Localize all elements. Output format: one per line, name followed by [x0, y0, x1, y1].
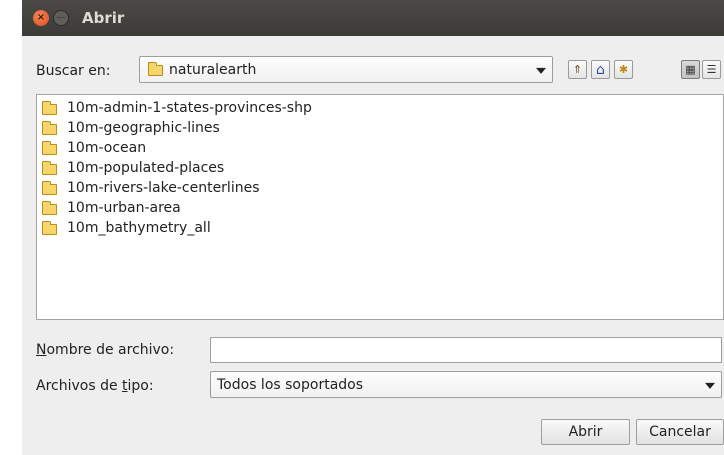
list-item[interactable]: 10m-geographic-lines [42, 118, 220, 138]
new-folder-button[interactable]: ✱ [614, 60, 633, 79]
file-name: 10m-urban-area [67, 200, 181, 216]
look-in-value: naturalearth [169, 61, 257, 78]
list-item[interactable]: 10m-ocean [42, 138, 146, 158]
minimize-window-button[interactable]: — [53, 10, 69, 26]
file-name: 10m-admin-1-states-provinces-shp [67, 100, 312, 116]
folder-icon [42, 220, 57, 235]
details-view-button[interactable]: ☰ [702, 60, 721, 79]
open-dialog: Buscar en: naturalearth ⇑ ⌂ ✱ ▦ ☰ 10m-ad… [22, 36, 724, 455]
chevron-down-icon [536, 67, 546, 74]
list-item[interactable]: 10m-admin-1-states-provinces-shp [42, 98, 312, 118]
folder-icon [42, 140, 57, 155]
folder-icon [42, 160, 57, 175]
file-type-value: Todos los soportados [217, 376, 364, 393]
look-in-combo[interactable]: naturalearth [139, 56, 553, 83]
title-bar[interactable]: × — Abrir [22, 0, 724, 36]
minimize-icon: — [56, 12, 66, 23]
file-name: 10m-rivers-lake-centerlines [67, 180, 260, 196]
file-type-label-post: ipo: [127, 378, 154, 394]
up-folder-button[interactable]: ⇑ [568, 60, 587, 79]
cancel-button[interactable]: Cancelar [636, 419, 724, 445]
look-in-label: Buscar en: [36, 63, 111, 79]
file-name-label: Nombre de archivo: [36, 342, 174, 358]
file-name-label-mnemonic: N [36, 342, 47, 358]
list-item[interactable]: 10m-rivers-lake-centerlines [42, 178, 260, 198]
list-view-button[interactable]: ▦ [681, 60, 700, 79]
close-icon: × [36, 12, 46, 23]
folder-icon [42, 120, 57, 135]
open-button[interactable]: Abrir [541, 419, 630, 445]
file-type-combo[interactable]: Todos los soportados [210, 371, 722, 398]
new-folder-icon: ✱ [618, 63, 629, 76]
list-item[interactable]: 10m-urban-area [42, 198, 181, 218]
file-name: 10m-ocean [67, 140, 147, 156]
details-view-icon: ☰ [706, 63, 717, 76]
folder-icon [148, 62, 163, 76]
file-name: 10m_bathymetry_all [67, 220, 211, 236]
file-name: 10m-geographic-lines [67, 120, 220, 136]
file-type-label-pre: Archivos de [36, 378, 123, 394]
file-name-label-text: ombre de archivo: [46, 342, 175, 358]
file-list[interactable]: 10m-admin-1-states-provinces-shp 10m-geo… [36, 94, 724, 320]
folder-icon [42, 180, 57, 195]
window-title: Abrir [82, 9, 125, 27]
folder-icon [42, 100, 57, 115]
up-folder-icon: ⇑ [572, 63, 583, 76]
close-window-button[interactable]: × [33, 10, 49, 26]
list-item[interactable]: 10m-populated-places [42, 158, 224, 178]
home-icon: ⌂ [596, 61, 605, 78]
list-view-icon: ▦ [685, 63, 696, 76]
folder-icon [42, 200, 57, 215]
chevron-down-icon [705, 382, 715, 389]
home-button[interactable]: ⌂ [591, 60, 610, 79]
list-item[interactable]: 10m_bathymetry_all [42, 218, 211, 238]
file-name: 10m-populated-places [67, 160, 225, 176]
file-name-input[interactable] [210, 337, 722, 363]
file-type-label: Archivos de tipo: [36, 378, 154, 394]
